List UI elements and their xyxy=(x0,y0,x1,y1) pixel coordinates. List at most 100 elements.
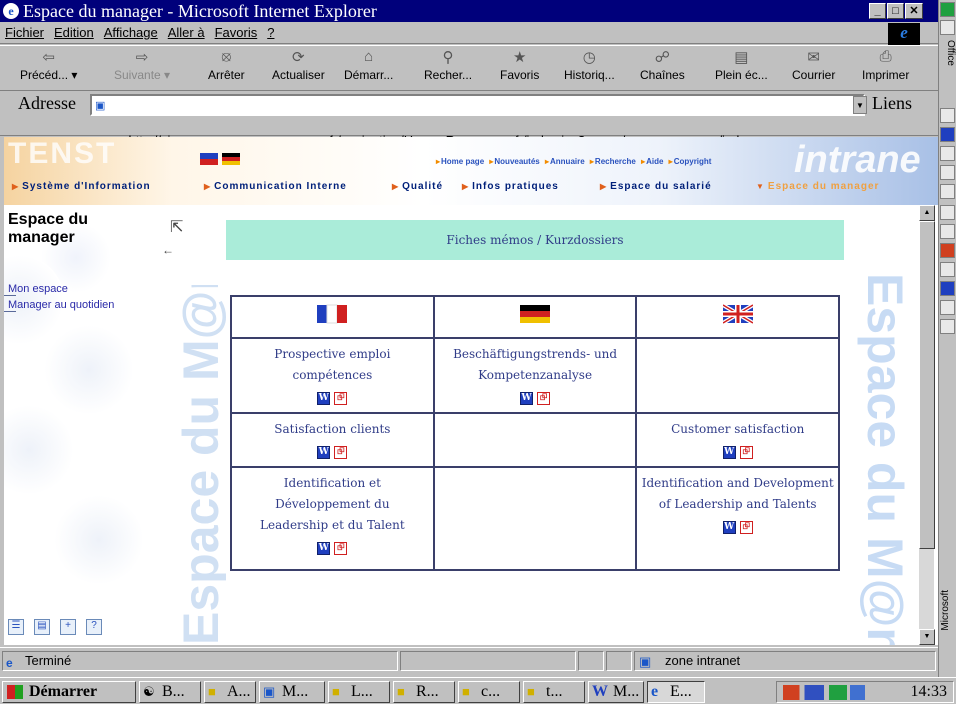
pdf-doc-icon[interactable]: ⮺ xyxy=(334,541,348,555)
link-home-page[interactable]: Home page xyxy=(436,157,484,166)
intranet-zone-icon: ▣ xyxy=(639,654,652,669)
stop-button[interactable]: ⦻ Arrêter xyxy=(208,48,245,82)
mail-button[interactable]: ✉ Courrier xyxy=(792,48,835,82)
flag-row xyxy=(230,295,840,339)
pdf-doc-icon[interactable]: ⮺ xyxy=(739,520,753,534)
scroll-thumb[interactable] xyxy=(919,221,935,549)
sidebar-link-mon-espace[interactable]: Mon espace xyxy=(4,283,68,296)
word-shortcut-icon[interactable] xyxy=(940,127,955,142)
memo-title[interactable]: Beschäftigungstrends- und Kompetenzanaly… xyxy=(439,344,632,386)
word-doc-icon[interactable]: W xyxy=(317,445,331,459)
add-page-icon[interactable]: + xyxy=(60,619,76,635)
menu-edition[interactable]: Edition xyxy=(54,25,94,40)
back-link-icon[interactable]: ← xyxy=(162,243,174,257)
list-view-icon[interactable]: ▤ xyxy=(34,619,50,635)
pdf-doc-icon[interactable]: ⮺ xyxy=(334,391,348,405)
memo-title[interactable]: Satisfaction clients xyxy=(236,419,429,440)
task-button[interactable]: ☯ B... xyxy=(139,681,201,703)
task-button[interactable]: ■ t... xyxy=(523,681,585,703)
fullscreen-button[interactable]: ▤ Plein éc... xyxy=(715,48,768,82)
address-label: Adresse xyxy=(18,93,76,113)
stop-icon: ⦻ xyxy=(221,48,232,65)
word-doc-icon[interactable]: W xyxy=(722,445,736,459)
forward-button[interactable]: ⇨ Suivante ▾ xyxy=(114,48,170,82)
pdf-doc-icon[interactable]: ⮺ xyxy=(537,391,551,405)
office-app-icon[interactable] xyxy=(940,224,955,239)
vertical-scrollbar[interactable]: ▲ ▼ xyxy=(918,205,935,645)
help-page-icon[interactable]: ? xyxy=(86,619,102,635)
word-doc-icon[interactable]: W xyxy=(317,391,331,405)
back-button[interactable]: ⇦ Précéd... ▾ xyxy=(20,48,77,82)
search-button[interactable]: ⚲ Recher... xyxy=(424,48,472,82)
print-button[interactable]: ⎙ Imprimer xyxy=(862,48,909,82)
tree-view-icon[interactable]: ☰ xyxy=(8,619,24,635)
office-app-icon[interactable] xyxy=(940,146,955,161)
language-de-icon[interactable] xyxy=(222,153,240,165)
links-button[interactable]: Liens xyxy=(872,93,912,114)
maximize-button[interactable]: □ xyxy=(887,3,904,19)
memo-title[interactable]: Customer satisfaction xyxy=(641,419,834,440)
refresh-button[interactable]: ⟳ Actualiser xyxy=(272,48,325,82)
task-button[interactable]: ▣ M... xyxy=(259,681,325,703)
link-copyright[interactable]: Copyright xyxy=(669,157,712,166)
office-app-icon[interactable] xyxy=(940,205,955,220)
nav-espace-manager[interactable]: Espace du manager xyxy=(756,181,879,192)
office-app-icon[interactable] xyxy=(940,319,955,334)
office-app-icon[interactable] xyxy=(940,243,955,258)
nav-qualite[interactable]: Qualité xyxy=(392,181,443,192)
refresh-icon: ⟳ xyxy=(292,49,305,66)
page-header: Fiches mémos / Kurzdossiers xyxy=(226,220,844,260)
office-app-icon[interactable] xyxy=(940,184,955,199)
flag-de-icon xyxy=(520,304,551,323)
memo-title[interactable]: Identification and Development of Leader… xyxy=(641,473,834,515)
minimize-button[interactable]: _ xyxy=(869,3,886,19)
word-doc-icon[interactable]: W xyxy=(722,520,736,534)
menu-affichage[interactable]: Affichage xyxy=(104,25,158,40)
scroll-up-button[interactable]: ▲ xyxy=(919,205,935,221)
memo-title[interactable]: Identification et Développement du Leade… xyxy=(236,473,429,536)
task-button[interactable]: ■ c... xyxy=(458,681,520,703)
office-app-icon[interactable] xyxy=(940,20,955,35)
word-doc-icon[interactable]: W xyxy=(520,391,534,405)
link-aide[interactable]: Aide xyxy=(641,157,663,166)
menu-favoris[interactable]: Favoris xyxy=(215,25,258,40)
favorites-button[interactable]: ★ Favoris xyxy=(500,48,539,82)
memo-title[interactable]: Prospective emploi compétences xyxy=(236,344,429,386)
pdf-doc-icon[interactable]: ⮺ xyxy=(739,445,753,459)
task-button[interactable]: ■ A... xyxy=(204,681,256,703)
task-button-active[interactable]: e E... xyxy=(647,681,705,703)
link-nouveautes[interactable]: Nouveautés xyxy=(489,157,539,166)
address-input[interactable]: ▣ http://simenon.ma. fr/navigation/Human… xyxy=(90,94,865,148)
language-en-icon[interactable] xyxy=(200,153,218,165)
pdf-doc-icon[interactable]: ⮺ xyxy=(334,445,348,459)
task-button[interactable]: W M... xyxy=(588,681,644,703)
nav-systeme-information[interactable]: Système d'Information xyxy=(12,181,151,192)
office-app-icon[interactable] xyxy=(940,262,955,277)
link-annuaire[interactable]: Annuaire xyxy=(545,157,585,166)
memo-cell-empty xyxy=(432,412,638,468)
menu-fichier[interactable]: Fichier xyxy=(5,25,44,40)
word-doc-icon[interactable]: W xyxy=(317,541,331,555)
home-icon: ⌂ xyxy=(364,48,374,65)
tray-icons[interactable] xyxy=(783,685,865,700)
nav-infos-pratiques[interactable]: Infos pratiques xyxy=(462,181,559,192)
task-button[interactable]: ■ L... xyxy=(328,681,390,703)
menu-aller[interactable]: Aller à xyxy=(168,25,205,40)
history-button[interactable]: ◷ Historiq... xyxy=(564,48,615,82)
start-button[interactable]: Démarrer xyxy=(2,681,136,703)
office-app-icon[interactable] xyxy=(940,300,955,315)
office-app-icon[interactable] xyxy=(940,108,955,123)
address-dropdown-button[interactable]: ▼ xyxy=(853,96,867,114)
task-button[interactable]: ■ R... xyxy=(393,681,455,703)
nav-communication-interne[interactable]: Communication Interne xyxy=(204,181,347,192)
close-button[interactable]: ✕ xyxy=(905,3,923,19)
menu-help[interactable]: ? xyxy=(267,25,274,40)
channels-button[interactable]: ☍ Chaînes xyxy=(640,48,685,82)
office-app-icon[interactable] xyxy=(940,165,955,180)
home-button[interactable]: ⌂ Démarr... xyxy=(344,48,393,82)
sidebar-link-manager-quotidien[interactable]: Manager au quotidien xyxy=(4,299,114,312)
office-app-icon[interactable] xyxy=(940,281,955,296)
link-recherche[interactable]: Recherche xyxy=(590,157,636,166)
scroll-down-button[interactable]: ▼ xyxy=(919,629,935,645)
nav-espace-salarie[interactable]: Espace du salarié xyxy=(600,181,712,192)
